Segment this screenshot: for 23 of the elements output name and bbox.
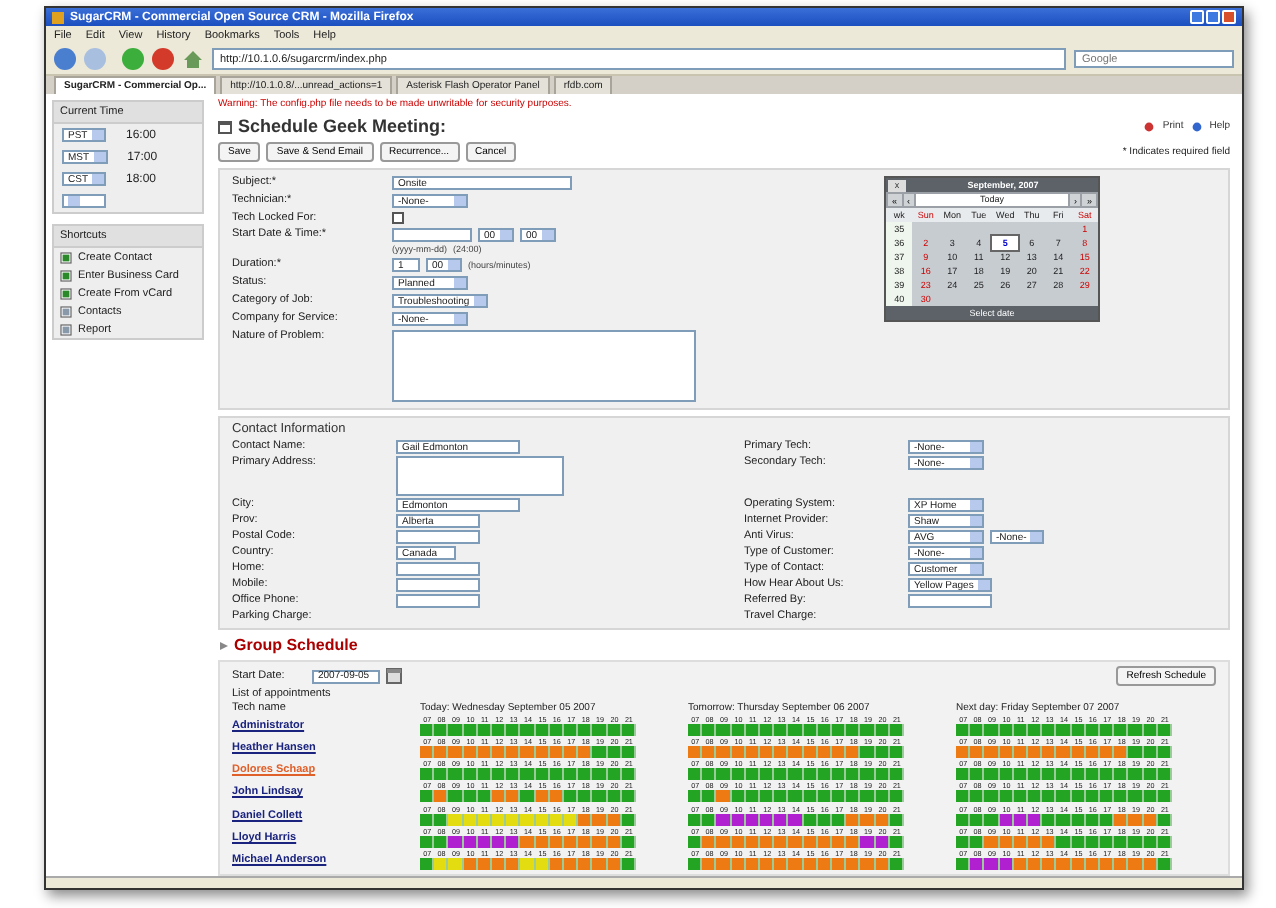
minimize-button[interactable]: [1190, 10, 1204, 24]
app-icon: [52, 11, 64, 23]
calendar-icon[interactable]: [386, 668, 402, 684]
text-field[interactable]: [908, 594, 992, 608]
timezone-select[interactable]: [62, 194, 106, 208]
collapse-icon[interactable]: [218, 639, 230, 651]
text-field[interactable]: [396, 578, 480, 592]
home-icon[interactable]: [182, 48, 204, 70]
text-field[interactable]: [396, 530, 480, 544]
date-field[interactable]: [392, 228, 472, 242]
section-title: Group Schedule: [234, 636, 358, 654]
reload-button[interactable]: [122, 48, 144, 70]
back-button[interactable]: [54, 48, 76, 70]
text-field[interactable]: [396, 594, 480, 608]
text-area[interactable]: [392, 330, 696, 402]
text-area[interactable]: [396, 456, 564, 496]
maximize-button[interactable]: [1206, 10, 1220, 24]
page-title: Schedule Geek Meeting:: [238, 116, 447, 136]
calendar-icon: [218, 119, 232, 133]
text-field[interactable]: [396, 562, 480, 576]
close-button[interactable]: [1222, 10, 1236, 24]
checkbox[interactable]: [392, 212, 404, 224]
stop-button[interactable]: [152, 48, 174, 70]
